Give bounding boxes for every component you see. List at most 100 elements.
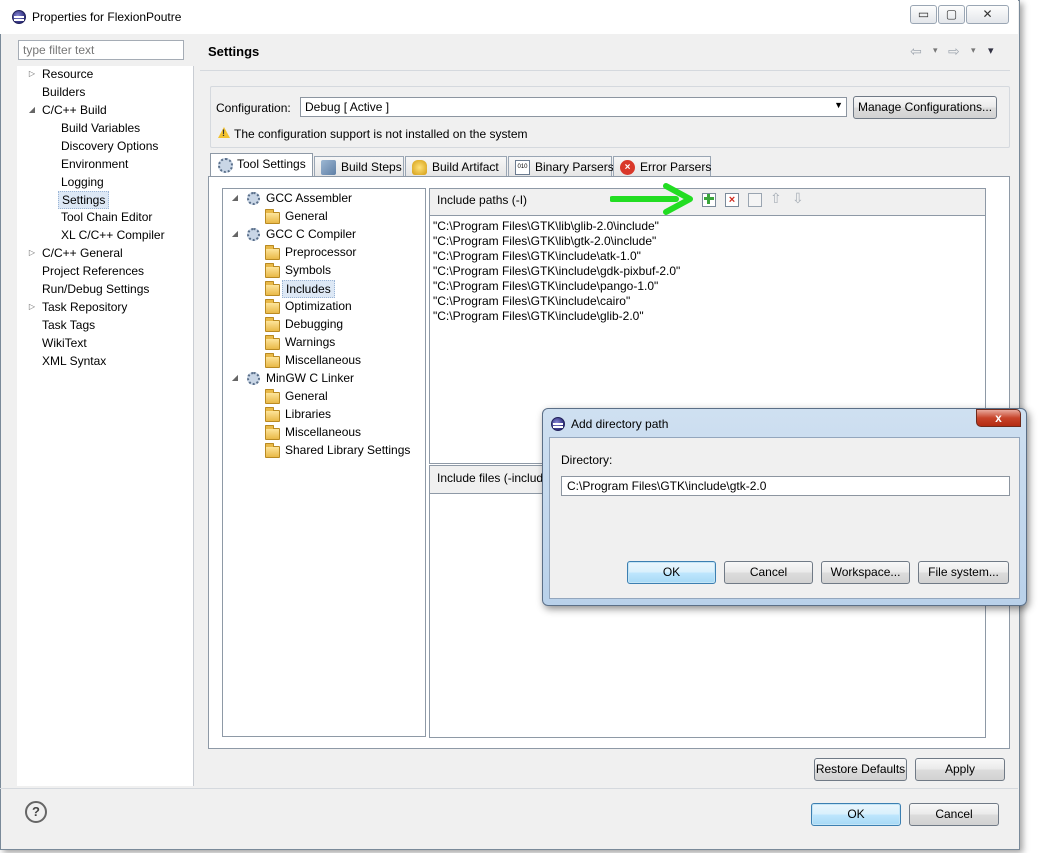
binary-file-icon: 010 [515, 160, 530, 175]
trophy-icon [412, 160, 427, 175]
nav-item-discovery-options[interactable]: Discovery Options [61, 139, 158, 153]
tree-item-symbols[interactable]: Symbols [285, 263, 331, 277]
nav-item-xl-compiler[interactable]: XL C/C++ Compiler [61, 228, 165, 242]
cancel-button[interactable]: Cancel [909, 803, 999, 826]
nav-item-tool-chain-editor[interactable]: Tool Chain Editor [61, 210, 152, 224]
tree-item-linker-general[interactable]: General [285, 389, 328, 403]
window-title: Properties for FlexionPoutre [32, 10, 182, 24]
expand-triangle-icon[interactable]: ▷ [27, 69, 37, 78]
collapse-triangle-icon[interactable]: ◢ [230, 193, 240, 202]
dialog-close-button[interactable]: x [976, 409, 1021, 427]
tree-item-gcc-c-compiler[interactable]: GCC C Compiler [266, 227, 356, 241]
eclipse-app-icon [551, 417, 565, 431]
build-steps-icon [321, 160, 336, 175]
restore-defaults-button[interactable]: Restore Defaults [814, 758, 907, 781]
nav-item-xml-syntax[interactable]: XML Syntax [42, 354, 106, 368]
nav-item-wikitext[interactable]: WikiText [42, 336, 87, 350]
nav-item-project-references[interactable]: Project References [42, 264, 144, 278]
tab-build-steps[interactable]: Build Steps [314, 156, 404, 178]
nav-item-settings[interactable]: Settings [58, 191, 110, 209]
list-item[interactable]: "C:\Program Files\GTK\include\glib-2.0" [433, 309, 644, 323]
view-menu-chevron-icon[interactable]: ▾ [988, 44, 994, 57]
include-files-label: Include files (-include) [437, 471, 554, 485]
maximize-button[interactable]: ▢ [938, 5, 965, 24]
tree-item-gcc-assembler[interactable]: GCC Assembler [266, 191, 352, 205]
add-path-icon[interactable] [702, 193, 716, 207]
nav-item-task-tags[interactable]: Task Tags [42, 318, 95, 332]
move-down-icon[interactable]: ⇩ [792, 190, 804, 207]
tree-item-debugging[interactable]: Debugging [285, 317, 343, 331]
tree-item-preprocessor[interactable]: Preprocessor [285, 245, 356, 259]
nav-item-builders[interactable]: Builders [42, 85, 85, 99]
nav-item-run-debug-settings[interactable]: Run/Debug Settings [42, 282, 149, 296]
folder-icon [265, 389, 280, 404]
list-item[interactable]: "C:\Program Files\GTK\include\pango-1.0" [433, 279, 658, 293]
folder-icon [265, 281, 280, 296]
minimize-button[interactable]: ▭ [910, 5, 937, 24]
edit-path-icon[interactable] [748, 193, 762, 207]
tab-label: Build Steps [341, 160, 402, 174]
tab-tool-settings[interactable]: Tool Settings [210, 153, 313, 178]
list-item[interactable]: "C:\Program Files\GTK\include\atk-1.0" [433, 249, 641, 263]
configuration-label: Configuration: [216, 101, 291, 115]
tree-item-optimization[interactable]: Optimization [285, 299, 352, 313]
tab-error-parsers[interactable]: × Error Parsers [613, 156, 711, 178]
nav-item-build-variables[interactable]: Build Variables [61, 121, 140, 135]
dialog-cancel-button[interactable]: Cancel [724, 561, 813, 584]
list-item[interactable]: "C:\Program Files\GTK\include\cairo" [433, 294, 630, 308]
nav-item-resource[interactable]: Resource [42, 67, 93, 81]
nav-item-logging[interactable]: Logging [61, 175, 104, 189]
delete-path-icon[interactable]: × [725, 193, 739, 207]
collapse-triangle-icon[interactable]: ◢ [27, 105, 37, 114]
tree-item-assembler-general[interactable]: General [285, 209, 328, 223]
dropdown-arrow-icon[interactable]: ▼ [834, 100, 843, 110]
eclipse-app-icon [12, 10, 26, 24]
folder-icon [265, 425, 280, 440]
nav-item-environment[interactable]: Environment [61, 157, 128, 171]
tree-item-compiler-miscellaneous[interactable]: Miscellaneous [285, 353, 361, 367]
close-button[interactable]: ✕ [966, 5, 1009, 24]
expand-triangle-icon[interactable]: ▷ [27, 302, 37, 311]
dialog-title: Add directory path [571, 417, 669, 431]
tree-item-includes[interactable]: Includes [282, 280, 335, 298]
tab-binary-parsers[interactable]: 010 Binary Parsers [508, 156, 614, 178]
collapse-triangle-icon[interactable]: ◢ [230, 229, 240, 238]
directory-label: Directory: [561, 453, 613, 467]
nav-item-task-repository[interactable]: Task Repository [42, 300, 127, 314]
tool-settings-icon [218, 158, 233, 173]
list-item[interactable]: "C:\Program Files\GTK\include\gdk-pixbuf… [433, 264, 680, 278]
tree-item-mingw-c-linker[interactable]: MinGW C Linker [266, 371, 354, 385]
help-icon[interactable]: ? [25, 801, 47, 823]
move-up-icon[interactable]: ⇧ [770, 190, 782, 207]
forward-menu-chevron-icon[interactable]: ▾ [971, 45, 976, 56]
configuration-select[interactable]: Debug [ Active ] ▼ [300, 97, 847, 117]
ok-button[interactable]: OK [811, 803, 901, 826]
footer-divider [0, 788, 1018, 789]
dialog-ok-button[interactable]: OK [627, 561, 716, 584]
nav-item-cpp-general[interactable]: C/C++ General [42, 246, 123, 260]
filter-input[interactable]: type filter text [18, 40, 184, 60]
back-menu-chevron-icon[interactable]: ▾ [933, 45, 938, 56]
header-divider [200, 70, 1010, 71]
tree-item-shared-library-settings[interactable]: Shared Library Settings [285, 443, 410, 457]
apply-button[interactable]: Apply [915, 758, 1005, 781]
folder-icon [265, 299, 280, 314]
list-item[interactable]: "C:\Program Files\GTK\lib\glib-2.0\inclu… [433, 219, 659, 233]
nav-item-cpp-build[interactable]: C/C++ Build [42, 103, 107, 117]
warning-message: The configuration support is not install… [234, 127, 528, 141]
include-paths-label: Include paths (-I) [437, 193, 528, 207]
file-system-button[interactable]: File system... [918, 561, 1009, 584]
collapse-triangle-icon[interactable]: ◢ [230, 373, 240, 382]
error-icon: × [620, 160, 635, 175]
directory-input[interactable]: C:\Program Files\GTK\include\gtk-2.0 [561, 476, 1010, 496]
list-item[interactable]: "C:\Program Files\GTK\lib\gtk-2.0\includ… [433, 234, 656, 248]
workspace-button[interactable]: Workspace... [821, 561, 910, 584]
tab-build-artifact[interactable]: Build Artifact [405, 156, 507, 178]
back-arrow-icon[interactable]: ⇦ [910, 43, 922, 60]
forward-arrow-icon[interactable]: ⇨ [948, 43, 960, 60]
expand-triangle-icon[interactable]: ▷ [27, 248, 37, 257]
tree-item-linker-miscellaneous[interactable]: Miscellaneous [285, 425, 361, 439]
tree-item-warnings[interactable]: Warnings [285, 335, 335, 349]
tree-item-libraries[interactable]: Libraries [285, 407, 331, 421]
manage-configurations-button[interactable]: Manage Configurations... [853, 96, 997, 119]
